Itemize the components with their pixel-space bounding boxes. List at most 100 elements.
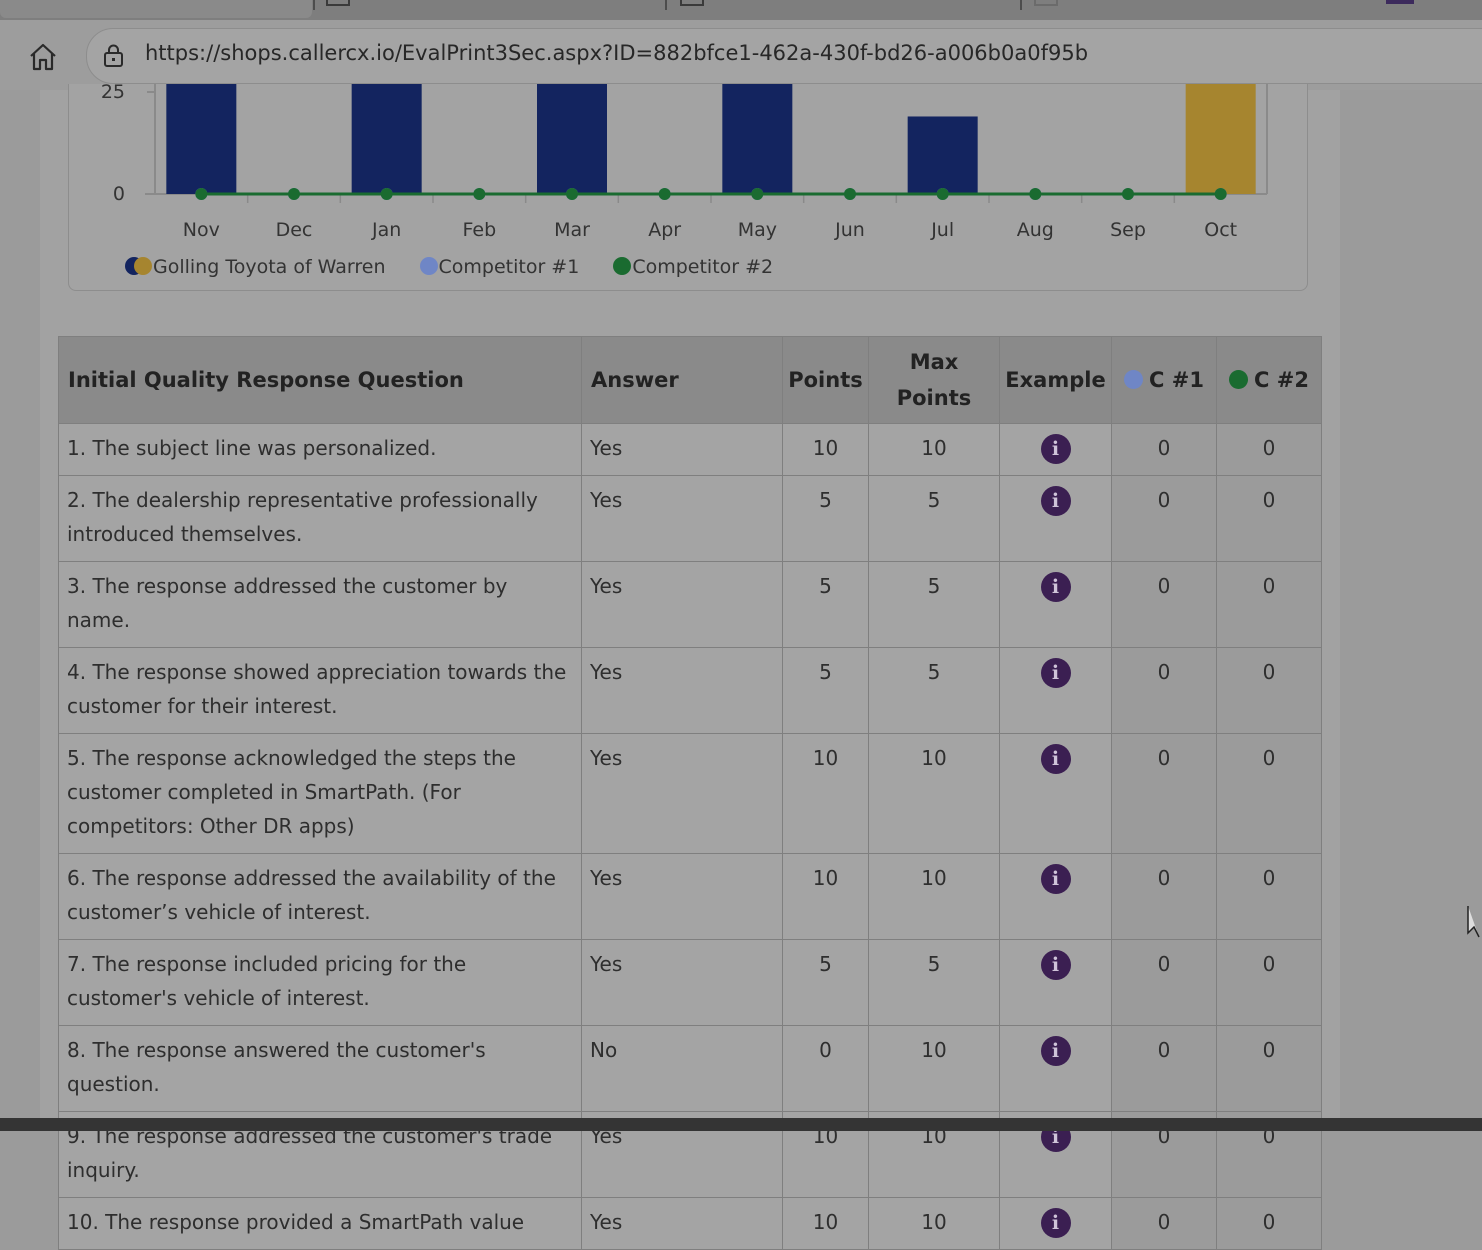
page-content: 0 25 Nov Dec Jan Feb Mar Apr May Jun Jul Aug Sep Oct …	[40, 84, 1340, 1250]
table-row: 6. The response addressed the availabili…	[58, 853, 1322, 940]
question-cell: 3. The response addressed the customer b…	[58, 561, 582, 648]
legend-item[interactable]: Competitor #1	[419, 256, 579, 278]
x-tick-label: May	[738, 219, 777, 241]
example-cell: i	[999, 733, 1112, 854]
page-icon	[1034, 0, 1058, 6]
max-points-cell: 10	[868, 423, 1000, 476]
example-info-icon[interactable]: i	[1040, 864, 1071, 894]
answer-cell: Yes	[581, 733, 783, 854]
max-points-cell: 10	[868, 1197, 1000, 1250]
x-tick-label: Dec	[276, 219, 313, 241]
x-tick-label: Feb	[463, 219, 497, 241]
question-cell: 6. The response addressed the availabili…	[58, 853, 582, 940]
max-points-label: Max Points	[896, 350, 972, 410]
answer-cell: Yes	[581, 853, 783, 940]
table-row: 5. The response acknowledged the steps t…	[58, 733, 1322, 854]
bar	[907, 116, 978, 194]
home-button[interactable]	[26, 40, 60, 74]
question-cell: 4. The response showed appreciation towa…	[58, 647, 582, 734]
points-cell: 10	[782, 733, 869, 854]
question-cell: 8. The response answered the customer's …	[58, 1025, 582, 1112]
question-cell: 7. The response included pricing for the…	[58, 939, 582, 1026]
answer-cell: Yes	[581, 561, 783, 648]
bar	[166, 84, 237, 194]
max-points-column-header: Max Points	[868, 336, 1000, 424]
tab-separator	[313, 0, 315, 10]
bar	[537, 84, 607, 194]
example-info-icon[interactable]: i	[1040, 1036, 1071, 1066]
c1-column-header: C #1	[1111, 336, 1217, 424]
example-cell: i	[999, 647, 1112, 734]
c1-cell: 0	[1111, 1197, 1217, 1250]
max-points-cell: 10	[868, 853, 1000, 940]
page-icon	[680, 0, 704, 6]
c2-cell: 0	[1216, 647, 1322, 734]
x-tick-label: Jun	[834, 219, 865, 241]
c1-cell: 0	[1111, 1025, 1217, 1112]
c2-cell: 0	[1216, 475, 1322, 562]
bar	[722, 84, 793, 194]
address-bar[interactable]: https://shops.callercx.io/EvalPrint3Sec.…	[86, 28, 1482, 84]
answer-cell: Yes	[581, 423, 783, 476]
page-icon	[326, 0, 350, 6]
tab-separator	[1020, 0, 1022, 10]
example-info-icon[interactable]: i	[1040, 434, 1071, 464]
x-tick-label: Jan	[371, 219, 401, 241]
y-tick-label: 0	[113, 183, 125, 205]
x-tick-label: Aug	[1017, 219, 1054, 241]
example-info-icon[interactable]: i	[1040, 950, 1071, 980]
example-info-icon[interactable]: i	[1040, 744, 1071, 774]
example-column-header: Example	[999, 336, 1112, 424]
x-tick-label: Jul	[930, 219, 954, 241]
example-info-icon[interactable]: i	[1040, 658, 1071, 688]
c1-cell: 0	[1111, 853, 1217, 940]
y-tick-label: 25	[101, 84, 125, 103]
table-header-row: Initial Quality Response Question Answer…	[58, 336, 1322, 424]
series-point	[380, 188, 393, 200]
c1-cell: 0	[1111, 423, 1217, 476]
max-points-cell: 5	[868, 647, 1000, 734]
browser-tab[interactable]	[0, 0, 312, 18]
series-point	[473, 188, 486, 200]
quality-response-table: Initial Quality Response Question Answer…	[58, 336, 1322, 1250]
x-tick-label: Oct	[1204, 219, 1237, 241]
example-cell: i	[999, 853, 1112, 940]
points-cell: 5	[782, 647, 869, 734]
series-point	[195, 188, 208, 200]
x-tick-label: Apr	[648, 219, 681, 241]
monthly-score-chart: 0 25 Nov Dec Jan Feb Mar Apr May Jun Jul Aug Sep Oct	[101, 84, 1268, 241]
c2-column-header: C #2	[1216, 336, 1322, 424]
url-text[interactable]: https://shops.callercx.io/EvalPrint3Sec.…	[145, 41, 1088, 65]
legend-item[interactable]: Competitor #2	[613, 256, 773, 278]
c2-cell: 0	[1216, 939, 1322, 1026]
legend-swatch-icon	[419, 257, 438, 275]
example-cell: i	[999, 1197, 1112, 1250]
example-info-icon[interactable]: i	[1040, 486, 1071, 516]
points-column-header: Points	[782, 336, 869, 424]
competitor-2-dot-icon	[1229, 370, 1249, 389]
answer-cell: Yes	[581, 475, 783, 562]
profile-icon[interactable]	[1386, 0, 1414, 4]
question-cell: 5. The response acknowledged the steps t…	[58, 733, 582, 854]
series-point	[566, 188, 578, 200]
example-info-icon[interactable]: i	[1040, 572, 1071, 602]
points-cell: 5	[782, 561, 869, 648]
lock-icon[interactable]	[101, 43, 127, 69]
example-cell: i	[999, 423, 1112, 476]
example-info-icon[interactable]: i	[1040, 1208, 1071, 1238]
points-cell: 0	[782, 1025, 869, 1112]
question-cell: 1. The subject line was personalized.	[58, 423, 582, 476]
table-row: 7. The response included pricing for the…	[58, 939, 1322, 1026]
max-points-cell: 5	[868, 939, 1000, 1026]
legend-item[interactable]: Golling Toyota of Warren	[125, 256, 386, 278]
mouse-cursor-icon	[1467, 906, 1480, 938]
question-column-header: Initial Quality Response Question	[58, 336, 582, 424]
series-point	[751, 188, 764, 200]
competitor-1-dot-icon	[1124, 370, 1144, 389]
answer-cell: No	[581, 1025, 783, 1112]
answer-column-header: Answer	[581, 336, 783, 424]
chart-legend: Golling Toyota of Warren Competitor #1 Com…	[125, 256, 807, 282]
horizontal-scrollbar[interactable]	[0, 1118, 1482, 1131]
c1-cell: 0	[1111, 561, 1217, 648]
table-row: 1. The subject line was personalized. Yes…	[58, 423, 1322, 476]
